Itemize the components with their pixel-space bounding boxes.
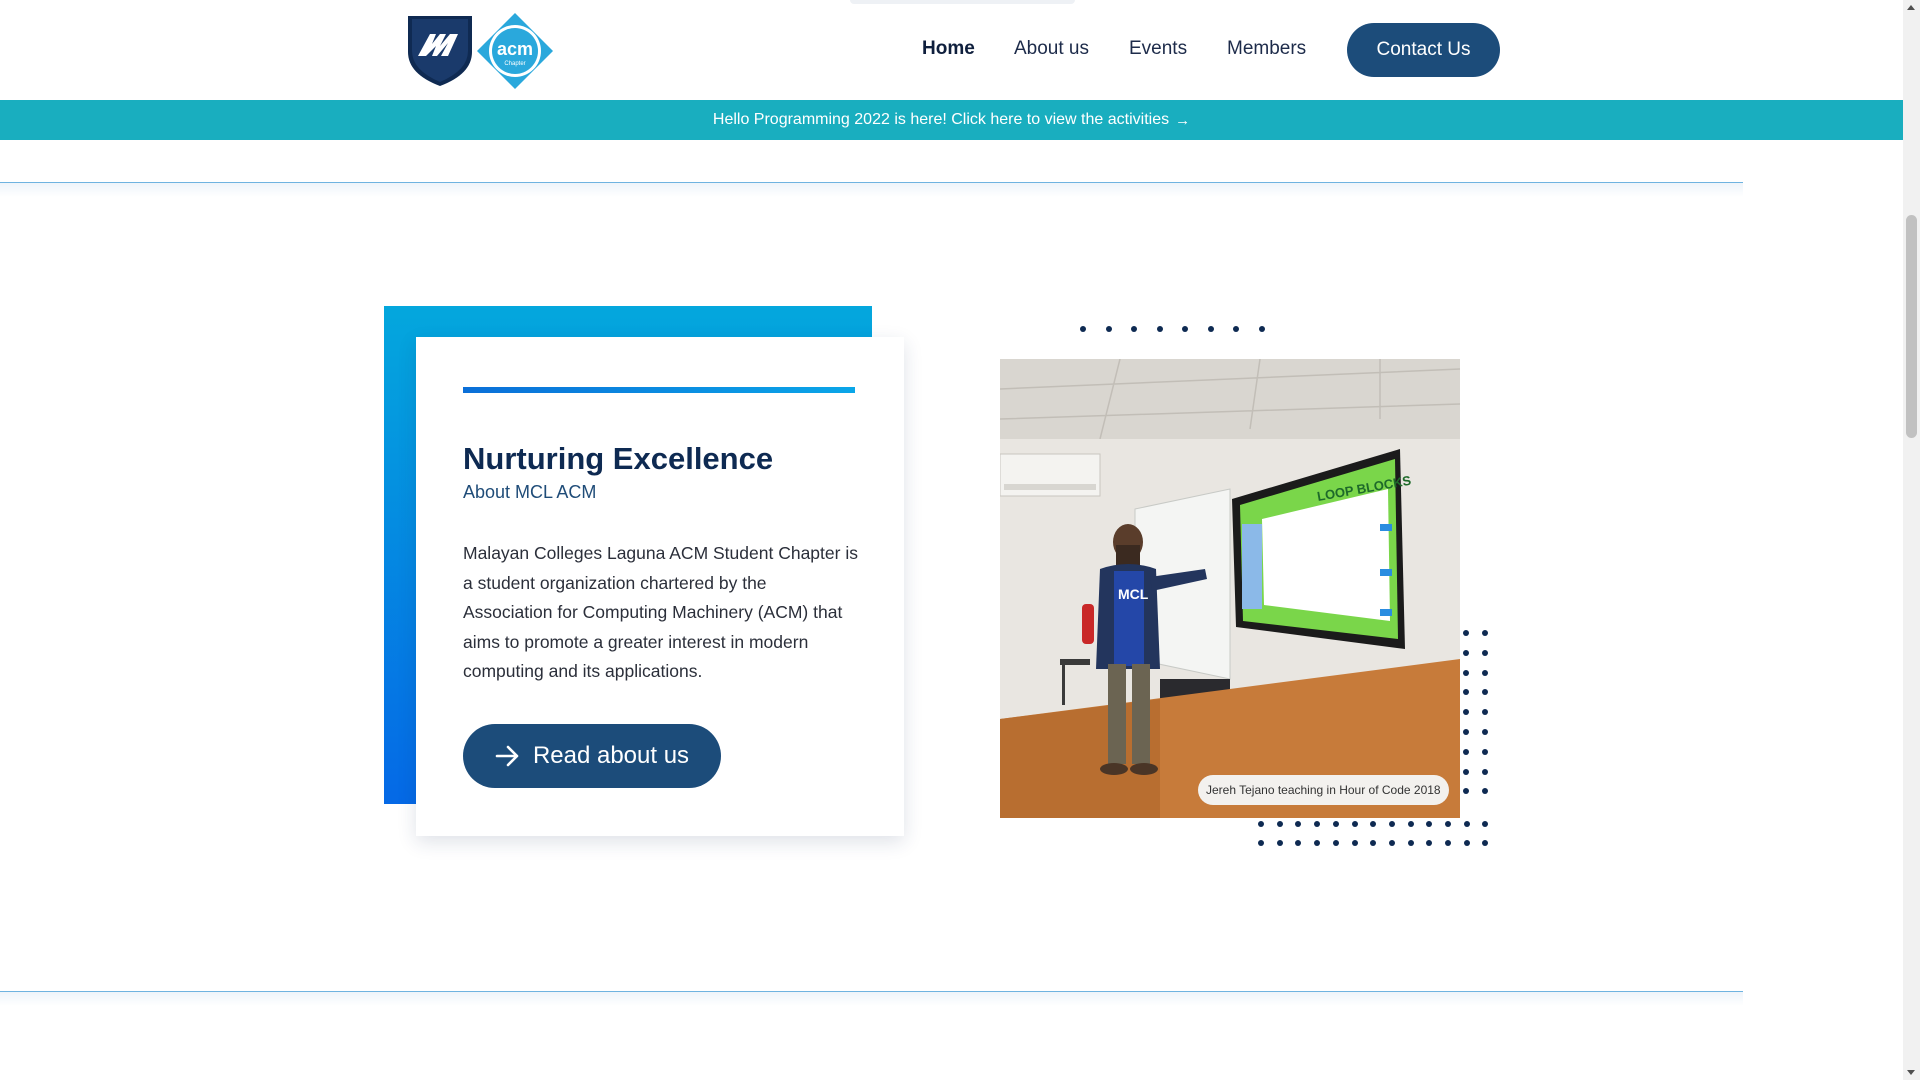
decorative-dot bbox=[1332, 840, 1339, 846]
shirt-text: MCL bbox=[1118, 586, 1149, 602]
decorative-dot bbox=[1276, 840, 1283, 846]
decorative-dot bbox=[1463, 630, 1469, 636]
about-description: Malayan Colleges Laguna ACM Student Chap… bbox=[463, 543, 858, 681]
decorative-dot bbox=[1463, 649, 1469, 656]
decorative-dot bbox=[1445, 840, 1451, 846]
about-card: Nurturing Excellence About MCL ACM Malay… bbox=[416, 337, 904, 836]
decorative-dot bbox=[1463, 788, 1469, 795]
decorative-dot bbox=[1463, 840, 1470, 846]
decorative-dot bbox=[1463, 709, 1469, 716]
nav-menu: Home About us Events Members bbox=[0, 0, 1903, 100]
arrow-right-icon: → bbox=[1175, 111, 1191, 129]
decorative-dot bbox=[1295, 821, 1302, 827]
classroom-photo-illustration: LOOP BLOCKS MCL bbox=[1000, 359, 1460, 818]
decorative-dot bbox=[1407, 840, 1414, 846]
read-about-us-label: Read about us bbox=[532, 742, 690, 769]
decorative-dot bbox=[1388, 840, 1395, 846]
decorative-dot bbox=[1482, 748, 1488, 755]
nav-members[interactable]: Members bbox=[1227, 38, 1306, 60]
photo-caption: Jereh Tejano teaching in Hour of Code 20… bbox=[1198, 775, 1449, 805]
decorative-dot bbox=[1482, 669, 1488, 676]
arrow-right-icon bbox=[495, 745, 519, 767]
about-title: Nurturing Excellence bbox=[463, 441, 774, 476]
decorative-dot bbox=[1351, 821, 1358, 827]
about-subtitle: About MCL ACM bbox=[463, 482, 597, 502]
decorative-dot bbox=[1295, 840, 1302, 846]
nav-about-us[interactable]: About us bbox=[1014, 38, 1089, 60]
decorative-dot bbox=[1314, 840, 1321, 846]
decorative-dot bbox=[1156, 326, 1163, 332]
decorative-dot bbox=[1258, 840, 1264, 846]
decorative-dot bbox=[1482, 649, 1488, 656]
decorative-dot bbox=[1233, 326, 1239, 332]
read-about-us-button[interactable]: Read about us bbox=[463, 724, 721, 788]
scroll-up-icon[interactable] bbox=[1907, 5, 1915, 10]
decorative-dot bbox=[1482, 729, 1488, 735]
decorative-dot bbox=[1370, 840, 1377, 846]
announcement-banner[interactable]: Hello Programming 2022 is here! Click he… bbox=[0, 100, 1903, 140]
decorative-dot bbox=[1258, 326, 1265, 332]
scrollbar-thumb[interactable] bbox=[1906, 215, 1917, 438]
contact-us-button[interactable]: Contact Us bbox=[1347, 23, 1500, 77]
decorative-dot bbox=[1388, 821, 1395, 827]
decorative-dot bbox=[1370, 821, 1377, 827]
decorative-dot bbox=[1182, 326, 1188, 332]
nav-events[interactable]: Events bbox=[1129, 38, 1187, 60]
decorative-dot bbox=[1463, 768, 1469, 775]
decorative-dot bbox=[1332, 821, 1339, 827]
decorative-dot bbox=[1463, 748, 1469, 755]
decorative-dot bbox=[1463, 729, 1469, 735]
decorative-dot bbox=[1351, 840, 1358, 846]
decorative-dot bbox=[1482, 788, 1488, 795]
navbar: acm Chapter Home About us Events Members… bbox=[0, 0, 1903, 100]
decorative-dot bbox=[1207, 326, 1214, 332]
announcement-text: Hello Programming 2022 is here! Click he… bbox=[712, 111, 1170, 128]
decorative-dot bbox=[1463, 821, 1470, 827]
decorative-dot bbox=[1131, 326, 1137, 332]
decorative-dot bbox=[1482, 821, 1489, 827]
page-scrollbar[interactable] bbox=[1903, 0, 1920, 1080]
decorative-dot bbox=[1080, 326, 1086, 332]
decorative-dot bbox=[1314, 821, 1321, 827]
nav-home[interactable]: Home bbox=[922, 38, 975, 60]
decorative-dot bbox=[1105, 326, 1112, 332]
decorative-dot bbox=[1426, 821, 1433, 827]
decorative-dot bbox=[1445, 821, 1451, 827]
decorative-dot bbox=[1426, 840, 1433, 846]
decorative-dot bbox=[1482, 768, 1488, 775]
decorative-dot bbox=[1407, 821, 1414, 827]
event-photo: LOOP BLOCKS MCL Jereh Tejano teaching in… bbox=[1000, 359, 1460, 818]
decorative-dot bbox=[1482, 840, 1489, 846]
decorative-dot bbox=[1463, 689, 1469, 696]
divider-shadow bbox=[0, 183, 1743, 197]
decorative-dot bbox=[1463, 669, 1469, 676]
decorative-dot bbox=[1276, 821, 1283, 827]
card-accent-bar bbox=[463, 387, 855, 393]
decorative-dot bbox=[1482, 709, 1488, 716]
decorative-dot bbox=[1482, 630, 1488, 636]
divider-shadow bbox=[0, 992, 1743, 1006]
decorative-dot bbox=[1482, 689, 1488, 696]
decorative-dot bbox=[1258, 821, 1264, 827]
scroll-down-icon[interactable] bbox=[1907, 1070, 1915, 1075]
